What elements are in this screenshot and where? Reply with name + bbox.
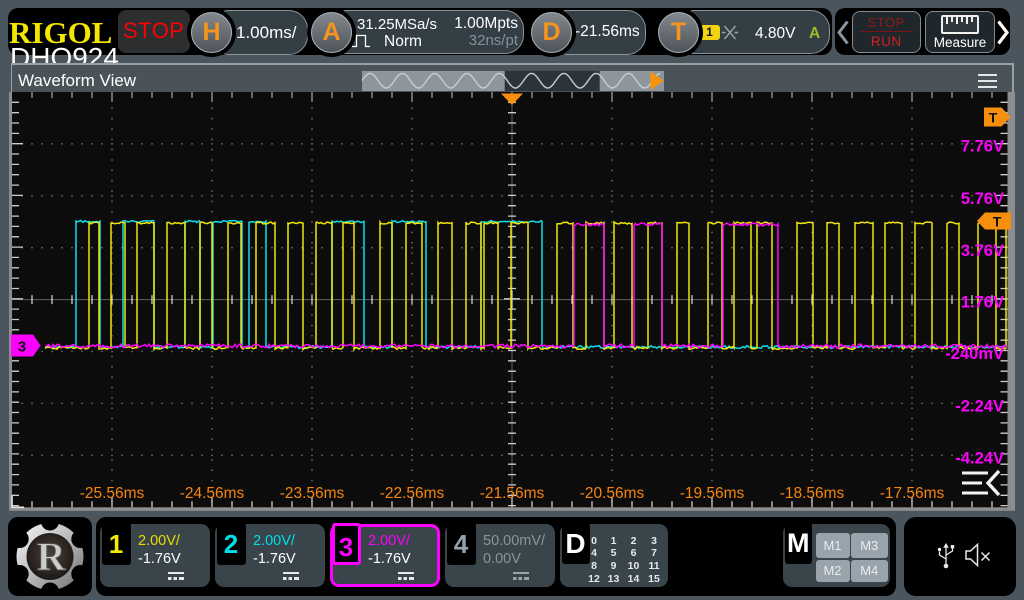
svg-text:-22.56ms: -22.56ms bbox=[380, 485, 445, 502]
svg-text:-21.56ms: -21.56ms bbox=[480, 485, 545, 502]
svg-text:R: R bbox=[37, 534, 67, 579]
svg-text:3: 3 bbox=[18, 339, 26, 356]
svg-text:T: T bbox=[989, 110, 998, 126]
svg-text:-25.56ms: -25.56ms bbox=[80, 485, 145, 502]
svg-text:T: T bbox=[993, 214, 1002, 230]
svg-text:-2.24V: -2.24V bbox=[955, 398, 1004, 416]
svg-text:-240mV: -240mV bbox=[945, 345, 1004, 363]
svg-text:5.76V: 5.76V bbox=[961, 190, 1004, 208]
svg-text:-18.56ms: -18.56ms bbox=[780, 485, 845, 502]
svg-text:-4.24V: -4.24V bbox=[955, 450, 1004, 468]
svg-text:1.76V: 1.76V bbox=[961, 294, 1004, 312]
svg-text:3.76V: 3.76V bbox=[961, 242, 1004, 260]
svg-text:-19.56ms: -19.56ms bbox=[680, 485, 745, 502]
svg-text:-20.56ms: -20.56ms bbox=[580, 485, 645, 502]
svg-text:-17.56ms: -17.56ms bbox=[880, 485, 945, 502]
svg-text:-24.56ms: -24.56ms bbox=[180, 485, 245, 502]
svg-text:7.76V: 7.76V bbox=[961, 138, 1004, 156]
svg-text:-23.56ms: -23.56ms bbox=[280, 485, 345, 502]
